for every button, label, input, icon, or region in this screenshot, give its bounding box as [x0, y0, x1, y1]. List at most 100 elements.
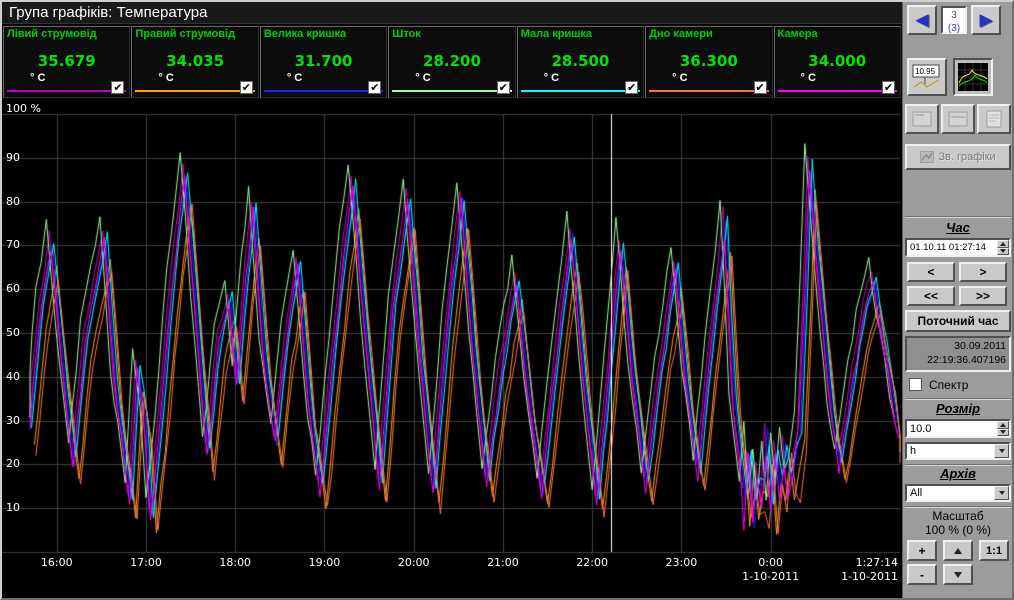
y-axis-label: 40: [6, 370, 20, 383]
cursor-date: 30.09.2011: [910, 339, 1006, 353]
channel-value: 28.200: [389, 52, 514, 70]
show-graph-button[interactable]: [953, 58, 993, 96]
scale-scroll-up-button[interactable]: [943, 540, 973, 561]
channel-value: 31.700: [261, 52, 386, 70]
size-value: 10.0: [910, 423, 995, 435]
channel-unit: ° C: [801, 72, 816, 84]
channel-name: Камера: [775, 27, 900, 41]
x-axis-label: 18:00: [205, 556, 265, 569]
arrow-left-icon: ◀: [915, 12, 928, 29]
triangle-up-icon: [1000, 423, 1006, 427]
zoom-in-button[interactable]: +: [907, 540, 937, 561]
legend: Лівий струмовід35.679° C✔Правий струмові…: [2, 24, 902, 100]
linked-graphs-label: Зв. графіки: [938, 151, 995, 163]
x-axis-label: 23:00: [651, 556, 711, 569]
datetime-spinner: [997, 240, 1009, 255]
datetime-value: 01.10.11 01:27:14: [910, 242, 995, 253]
channel-unit: ° C: [287, 72, 302, 84]
channel-unit: ° C: [30, 72, 45, 84]
datetime-spin-field[interactable]: 01.10.11 01:27:14: [905, 238, 1011, 257]
trend-viewer-window: Група графіків: Температура Лівий струмо…: [0, 0, 1014, 600]
channel-box: Шток28.200° C✔: [388, 26, 515, 98]
x-axis-label: 1:27:14: [836, 556, 898, 569]
tool-button-1[interactable]: [905, 104, 939, 134]
y-axis-label: 20: [6, 457, 20, 470]
prev-group-button[interactable]: ◀: [907, 5, 937, 35]
value-marker-button[interactable]: 10.95: [907, 58, 947, 96]
spectrum-checkbox[interactable]: [909, 378, 922, 391]
tool-button-3[interactable]: [977, 104, 1011, 134]
channel-visibility-checkbox[interactable]: ✔: [240, 81, 253, 94]
triangle-down-icon: [999, 491, 1005, 495]
dropdown-button[interactable]: [994, 444, 1009, 458]
ghost-document-icon: [983, 109, 1005, 129]
one-to-one-button[interactable]: 1:1: [979, 540, 1009, 561]
channel-unit: ° C: [672, 72, 687, 84]
x-axis-label: 21:00: [473, 556, 533, 569]
channel-unit: ° C: [158, 72, 173, 84]
channel-visibility-checkbox[interactable]: ✔: [625, 81, 638, 94]
channel-visibility-checkbox[interactable]: ✔: [882, 81, 895, 94]
tool-button-2[interactable]: [941, 104, 975, 134]
spin-up-button[interactable]: [997, 240, 1009, 248]
pager-total: (3): [943, 22, 965, 35]
current-time-button[interactable]: Поточний час: [905, 310, 1011, 332]
size-spin-field[interactable]: 10.0: [905, 419, 1011, 438]
archive-dropdown[interactable]: All: [905, 484, 1011, 502]
spin-down-button[interactable]: [997, 248, 1009, 256]
size-unit-dropdown[interactable]: h: [905, 442, 1011, 460]
linked-graphs-button[interactable]: Зв. графіки: [905, 144, 1011, 170]
channel-box: Мала кришка28.500° C✔: [517, 26, 644, 98]
size-section-header: Розмір: [905, 401, 1011, 416]
zoom-out-button[interactable]: -: [907, 564, 937, 585]
ghost-window-icon: [911, 109, 933, 129]
channel-name: Правий струмовід: [132, 27, 257, 41]
cursor-time: 22:19:36.407196: [910, 353, 1006, 367]
channel-color-line: [649, 90, 768, 92]
trend-plot[interactable]: [2, 100, 902, 598]
separator: [905, 216, 1011, 218]
x-axis-date: 1-10-2011: [836, 570, 898, 583]
y-axis-label: 10: [6, 501, 20, 514]
channel-value: 35.679: [4, 52, 129, 70]
y-axis-top-label: 100 %: [6, 102, 41, 115]
x-axis-label: 19:00: [294, 556, 354, 569]
channel-color-line: [392, 90, 511, 92]
scale-value: 100 % (0 %): [905, 523, 1011, 537]
scale-label: Масштаб: [905, 509, 1011, 523]
time-section-header: Час: [905, 220, 1011, 235]
channel-visibility-checkbox[interactable]: ✔: [368, 81, 381, 94]
channel-box: Лівий струмовід35.679° C✔: [3, 26, 130, 98]
jump-forward-button[interactable]: >>: [959, 286, 1007, 306]
triangle-down-icon: [1000, 249, 1006, 253]
channel-name: Мала кришка: [518, 27, 643, 41]
jump-back-button[interactable]: <<: [907, 286, 955, 306]
channel-value: 34.000: [775, 52, 900, 70]
y-axis-label: 70: [6, 238, 20, 251]
channel-visibility-checkbox[interactable]: ✔: [111, 81, 124, 94]
scale-scroll-down-button[interactable]: [943, 564, 973, 585]
y-axis-label: 30: [6, 414, 20, 427]
channel-visibility-checkbox[interactable]: ✔: [497, 81, 510, 94]
channel-box: Камера 34.000 ° C ✔: [774, 26, 901, 98]
group-pager: 3 (3): [941, 6, 967, 34]
spin-up-button[interactable]: [997, 421, 1009, 429]
page-title: Група графіків: Температура: [2, 2, 902, 24]
spectrum-label: Спектр: [929, 378, 968, 392]
archive-value: All: [910, 487, 922, 499]
channel-color-line: [521, 90, 640, 92]
x-axis-label: 16:00: [27, 556, 87, 569]
step-forward-button[interactable]: >: [959, 262, 1007, 282]
triangle-up-icon: [954, 548, 962, 554]
separator: [905, 506, 1011, 508]
size-unit-value: h: [910, 445, 916, 457]
dropdown-button[interactable]: [994, 486, 1009, 500]
triangle-down-icon: [1000, 430, 1006, 434]
x-axis-date: 1-10-2011: [741, 570, 801, 583]
channel-visibility-checkbox[interactable]: ✔: [754, 81, 767, 94]
step-back-button[interactable]: <: [907, 262, 955, 282]
spin-down-button[interactable]: [997, 429, 1009, 437]
separator: [905, 398, 1011, 400]
value-marker-icon: 10.95: [912, 62, 942, 92]
next-group-button[interactable]: ▶: [971, 5, 1001, 35]
